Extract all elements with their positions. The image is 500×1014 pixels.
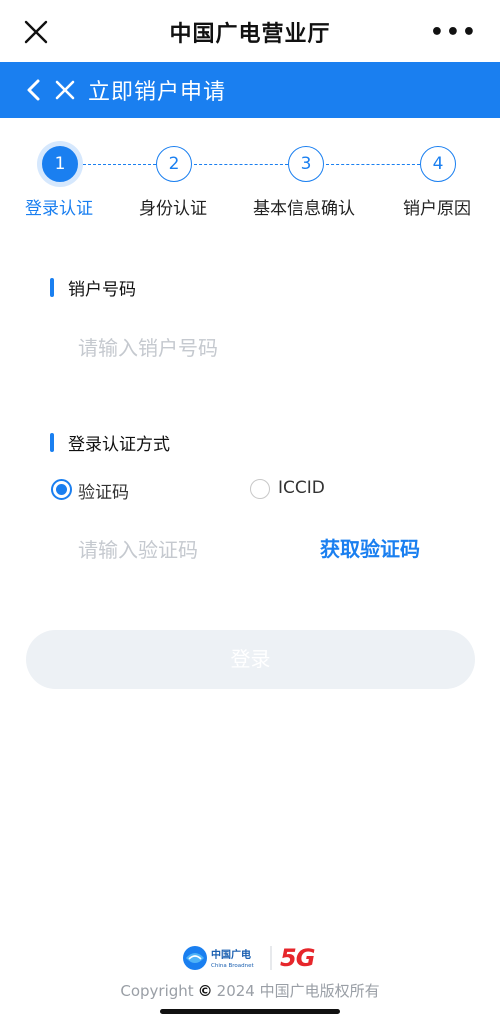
- radio-iccid[interactable]: [250, 479, 270, 499]
- method-section-title: 登录认证方式: [50, 430, 170, 455]
- account-section-label: 销户号码: [68, 280, 136, 300]
- account-number-input[interactable]: 请输入销户号码: [78, 332, 468, 362]
- section-marker: [50, 278, 54, 297]
- copyright-text: 2024 中国广电版权所有: [216, 982, 380, 1000]
- step-1-label: 登录认证: [25, 199, 93, 219]
- step-connector: [194, 164, 288, 165]
- copyright: Copyright © 2024 中国广电版权所有: [0, 980, 500, 1001]
- get-code-button[interactable]: 获取验证码: [320, 533, 420, 562]
- radio-verification-code-label[interactable]: 验证码: [78, 478, 129, 503]
- step-1-circle: 1: [42, 146, 78, 182]
- close-page-icon[interactable]: [54, 79, 76, 101]
- copyright-prefix: Copyright: [120, 982, 194, 1000]
- copyright-symbol-icon: ©: [197, 982, 213, 1000]
- page-title: 立即销户申请: [88, 80, 227, 105]
- footer-logos: 中国广电 China Broadnet 5G: [182, 942, 322, 974]
- account-section-title: 销户号码: [50, 275, 136, 300]
- more-icon[interactable]: •••: [430, 20, 478, 45]
- step-4-circle: 4: [420, 146, 456, 182]
- app-title: 中国广电营业厅: [169, 22, 331, 47]
- verification-code-input[interactable]: 请输入验证码: [78, 534, 298, 564]
- 5g-logo: 5G: [280, 944, 315, 972]
- 5g-text: 5G: [280, 944, 315, 972]
- svg-text:China Broadnet: China Broadnet: [211, 963, 254, 969]
- step-4-label: 销户原因: [403, 199, 471, 219]
- step-3-label: 基本信息确认: [253, 199, 355, 219]
- back-icon[interactable]: [24, 78, 42, 102]
- login-button[interactable]: 登录: [26, 630, 475, 689]
- step-2-label: 身份认证: [139, 199, 207, 219]
- progress-steps: 1 2 3 4 登录认证 身份认证 基本信息确认 销户原因: [0, 144, 500, 224]
- step-2-circle: 2: [156, 146, 192, 182]
- top-bar: 中国广电营业厅 •••: [0, 0, 500, 66]
- radio-verification-code[interactable]: [51, 479, 72, 500]
- radio-iccid-label[interactable]: ICCID: [278, 478, 325, 498]
- step-3-circle: 3: [288, 146, 324, 182]
- home-indicator: [160, 1009, 340, 1014]
- method-radio-group: 验证码 ICCID: [50, 478, 470, 504]
- svg-text:中国广电: 中国广电: [211, 948, 251, 961]
- step-connector: [78, 164, 156, 165]
- method-section-label: 登录认证方式: [68, 435, 170, 455]
- step-connector: [326, 164, 420, 165]
- section-marker: [50, 433, 54, 452]
- page-header: 立即销户申请: [0, 62, 500, 118]
